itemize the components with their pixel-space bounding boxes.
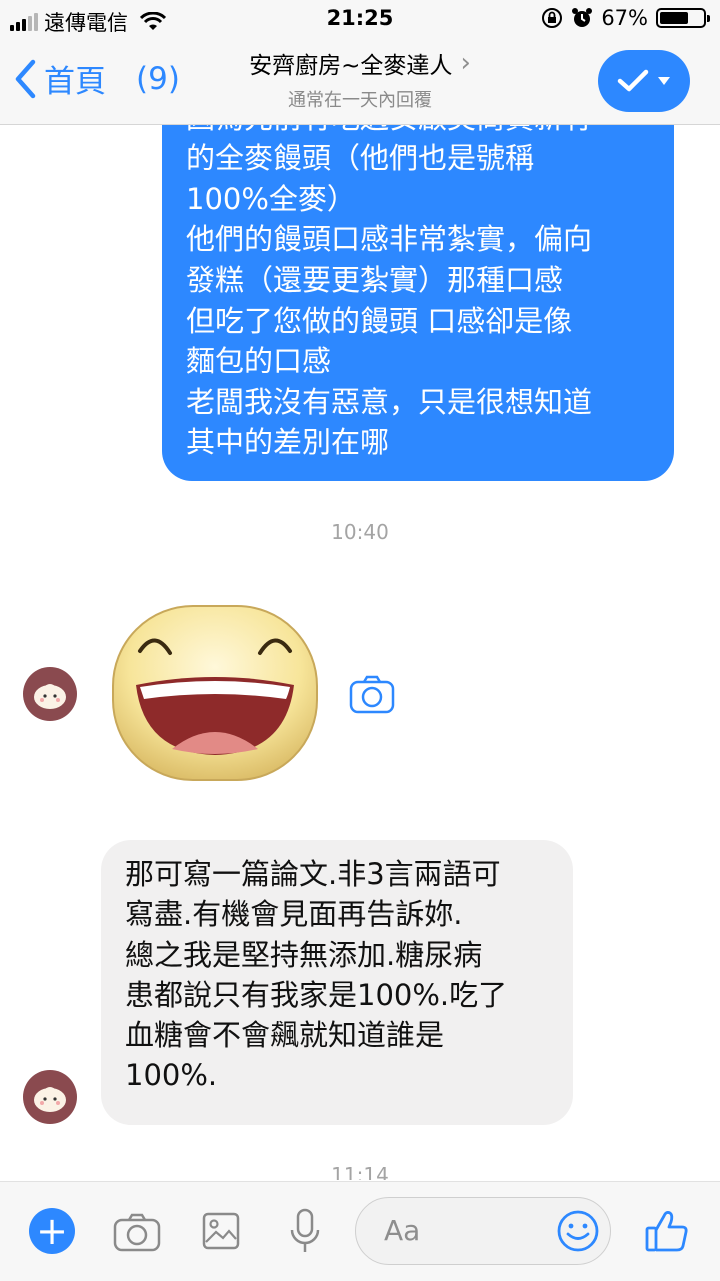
message-line: 麵包的口感 (186, 344, 332, 379)
message-line: 總之我是堅持無添加.糖尿病 (125, 937, 483, 972)
battery-fill (660, 12, 689, 24)
conversation-header: 首頁 (9) 安齊廚房~全麥達人 › 通常在一天內回覆 (0, 40, 720, 125)
plus-icon[interactable]: + (29, 1208, 75, 1254)
battery-icon (656, 8, 710, 28)
chevron-left-icon (15, 59, 36, 98)
message-line: 那可寫一篇論文.非3言兩語可 (125, 857, 501, 891)
message-line: 血糖會不會飆就知道誰是 (125, 1018, 445, 1053)
bun-avatar-icon (34, 1087, 66, 1112)
status-bar: 遠傳電信 21:25 67% (0, 0, 720, 40)
message-line: 其中的差別在哪 (186, 425, 390, 460)
outgoing-message-bubble[interactable]: 因為先前有吃過安啟美商買新有的全麥饅頭（他們也是號稱 100%全麥） 他們的饅頭口感… (162, 125, 674, 481)
composer-bar: + Aa (0, 1181, 720, 1281)
battery-percent: 67% (601, 6, 648, 30)
message-list[interactable]: 因為先前有吃過安啟美商買新有的全麥饅頭（他們也是號稱 100%全麥） 他們的饅頭口感… (0, 125, 720, 1180)
camera-icon[interactable] (113, 1213, 161, 1253)
message-line: 因為先前有吃過安啟美商買新有 (186, 125, 656, 138)
back-label: 首頁 (44, 64, 106, 100)
smiley-icon[interactable] (556, 1209, 600, 1253)
caret-down-icon (658, 77, 670, 85)
incoming-message-text: 那可寫一篇論文.非3言兩語可 寫盡.有機會見面再告訴妳. 總之我是堅持無添加.糖尿病… (125, 854, 553, 1096)
microphone-icon[interactable] (288, 1208, 322, 1256)
gallery-icon[interactable] (202, 1212, 240, 1250)
message-line: 寫盡.有機會見面再告訴妳. (125, 897, 463, 932)
message-input-placeholder: Aa (384, 1214, 421, 1247)
camera-icon[interactable] (349, 675, 395, 715)
response-time-subtitle: 通常在一天內回覆 (288, 90, 432, 111)
message-line: 但吃了您做的饅頭 口感卻是像 (186, 303, 573, 338)
outgoing-message-text: 因為先前有吃過安啟美商買新有的全麥饅頭（他們也是號稱 100%全麥） 他們的饅頭口感… (186, 125, 656, 463)
avatar[interactable] (23, 667, 77, 721)
thumbs-up-icon[interactable] (644, 1208, 690, 1254)
alarm-icon (572, 8, 593, 27)
message-input[interactable]: Aa (355, 1197, 611, 1265)
message-line: 患都說只有我家是100%.吃了 (125, 977, 508, 1012)
conversation-title-button[interactable]: 安齊廚房~全麥達人 › 通常在一天內回覆 (160, 46, 560, 112)
laughing-sticker-icon[interactable] (110, 603, 320, 783)
message-timestamp: 10:40 (331, 520, 389, 544)
message-line: 100%. (125, 1058, 218, 1093)
page-title: 安齊廚房~全麥達人 (249, 53, 453, 79)
bun-avatar-icon (34, 684, 66, 709)
message-line: 100%全麥） (186, 181, 356, 216)
message-line: 他們的饅頭口感非常紮實，偏向 (186, 222, 593, 257)
message-line: 的全麥饅頭（他們也是號稱 (186, 141, 535, 176)
message-timestamp: 11:14 (331, 1163, 389, 1180)
mark-done-button[interactable] (598, 50, 690, 112)
check-icon (617, 69, 649, 92)
message-line: 老闆我沒有惡意，只是很想知道 (186, 384, 593, 419)
back-button[interactable]: 首頁 (9) (14, 56, 180, 101)
message-line: 發糕（還要更紮實）那種口感 (186, 263, 564, 298)
orientation-lock-icon (542, 8, 563, 28)
chevron-right-icon: › (460, 48, 471, 78)
avatar[interactable] (23, 1070, 77, 1124)
incoming-message-bubble[interactable]: 那可寫一篇論文.非3言兩語可 寫盡.有機會見面再告訴妳. 總之我是堅持無添加.糖尿病… (101, 840, 573, 1125)
